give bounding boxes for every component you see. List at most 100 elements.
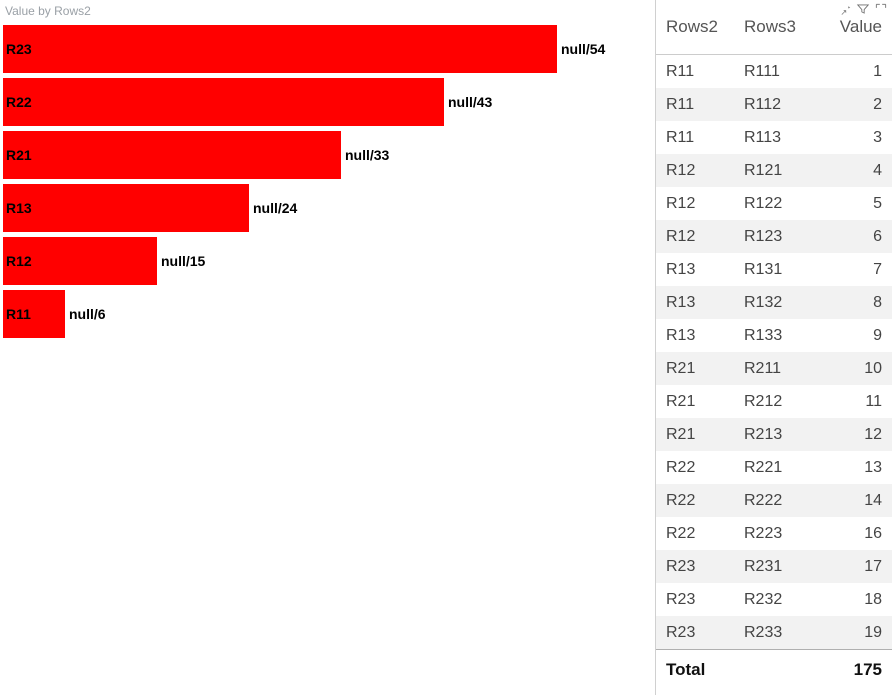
cell-rows2: R23	[656, 550, 734, 583]
bar-row[interactable]: R22 null/43	[3, 75, 655, 128]
cell-value: 1	[814, 55, 892, 89]
cell-value: 12	[814, 418, 892, 451]
cell-value: 3	[814, 121, 892, 154]
cell-rows2: R21	[656, 385, 734, 418]
cell-rows3: R213	[734, 418, 814, 451]
cell-rows2: R22	[656, 484, 734, 517]
cell-rows3: R211	[734, 352, 814, 385]
bar-category-label: R21	[6, 147, 32, 163]
bar-category-label: R12	[6, 253, 32, 269]
cell-rows3: R123	[734, 220, 814, 253]
cell-value: 19	[814, 616, 892, 650]
cell-rows3: R212	[734, 385, 814, 418]
cell-value: 13	[814, 451, 892, 484]
table-row[interactable]: R23R23319	[656, 616, 892, 650]
chart-title: Value by Rows2	[3, 2, 655, 22]
table-row[interactable]: R12R1236	[656, 220, 892, 253]
cell-rows2: R11	[656, 121, 734, 154]
cell-value: 7	[814, 253, 892, 286]
table-row[interactable]: R22R22113	[656, 451, 892, 484]
bar[interactable]	[3, 78, 444, 126]
cell-rows3: R223	[734, 517, 814, 550]
col-header-rows3[interactable]: Rows3	[734, 0, 814, 55]
cell-value: 6	[814, 220, 892, 253]
cell-value: 18	[814, 583, 892, 616]
table-row[interactable]: R23R23218	[656, 583, 892, 616]
cell-rows2: R12	[656, 187, 734, 220]
bar-category-label: R11	[6, 306, 31, 322]
bar-data-label: null/33	[345, 147, 389, 163]
table-row[interactable]: R22R22214	[656, 484, 892, 517]
cell-rows2: R13	[656, 286, 734, 319]
table-row[interactable]: R11R1122	[656, 88, 892, 121]
table-row[interactable]: R21R21211	[656, 385, 892, 418]
cell-rows2: R11	[656, 88, 734, 121]
cell-rows3: R111	[734, 55, 814, 89]
cell-rows2: R12	[656, 154, 734, 187]
cell-rows3: R112	[734, 88, 814, 121]
cell-rows3: R121	[734, 154, 814, 187]
bar[interactable]	[3, 25, 557, 73]
cell-rows2: R13	[656, 319, 734, 352]
cell-rows3: R113	[734, 121, 814, 154]
table-row[interactable]: R23R23117	[656, 550, 892, 583]
bar-row[interactable]: R12 null/15	[3, 234, 655, 287]
cell-value: 9	[814, 319, 892, 352]
cell-value: 4	[814, 154, 892, 187]
cell-value: 17	[814, 550, 892, 583]
bar-data-label: null/15	[161, 253, 205, 269]
focus-icon[interactable]	[874, 2, 888, 19]
cell-rows2: R22	[656, 517, 734, 550]
bar-category-label: R23	[6, 41, 32, 57]
table-row[interactable]: R12R1225	[656, 187, 892, 220]
bar-row[interactable]: R21 null/33	[3, 128, 655, 181]
cell-value: 2	[814, 88, 892, 121]
table-row[interactable]: R13R1339	[656, 319, 892, 352]
bar-data-label: null/24	[253, 200, 297, 216]
total-label: Total	[656, 650, 734, 690]
bar[interactable]	[3, 184, 249, 232]
bar-data-label: null/43	[448, 94, 492, 110]
cell-rows3: R231	[734, 550, 814, 583]
bar-row[interactable]: R23 null/54	[3, 22, 655, 75]
cell-value: 5	[814, 187, 892, 220]
table-row[interactable]: R21R21312	[656, 418, 892, 451]
bar[interactable]	[3, 131, 341, 179]
table-row[interactable]: R13R1317	[656, 253, 892, 286]
pin-icon[interactable]	[838, 2, 852, 19]
cell-rows3: R122	[734, 187, 814, 220]
cell-rows3: R233	[734, 616, 814, 650]
cell-value: 11	[814, 385, 892, 418]
cell-rows2: R13	[656, 253, 734, 286]
total-value: 175	[814, 650, 892, 690]
cell-rows2: R21	[656, 418, 734, 451]
table-row[interactable]: R13R1328	[656, 286, 892, 319]
bar-data-label: null/54	[561, 41, 605, 57]
cell-rows3: R133	[734, 319, 814, 352]
cell-rows2: R11	[656, 55, 734, 89]
cell-rows2: R12	[656, 220, 734, 253]
bar-data-label: null/6	[69, 306, 106, 322]
cell-rows3: R232	[734, 583, 814, 616]
data-table-visual[interactable]: Rows2 Rows3 Value R11R1111R11R1122R11R11…	[655, 0, 892, 695]
cell-value: 8	[814, 286, 892, 319]
table-row[interactable]: R12R1214	[656, 154, 892, 187]
cell-value: 14	[814, 484, 892, 517]
table-total-row: Total 175	[656, 650, 892, 690]
bar-row[interactable]: R13 null/24	[3, 181, 655, 234]
cell-rows2: R22	[656, 451, 734, 484]
bar-row[interactable]: R11 null/6	[3, 287, 655, 340]
bar-category-label: R22	[6, 94, 32, 110]
cell-rows3: R221	[734, 451, 814, 484]
bar-chart[interactable]: Value by Rows2 R23 null/54 R22 null/43 R21 nu…	[0, 0, 655, 695]
table-row[interactable]: R11R1111	[656, 55, 892, 89]
cell-rows3: R132	[734, 286, 814, 319]
cell-rows2: R21	[656, 352, 734, 385]
table-row[interactable]: R11R1133	[656, 121, 892, 154]
filter-icon[interactable]	[856, 2, 870, 19]
table-row[interactable]: R22R22316	[656, 517, 892, 550]
col-header-rows2[interactable]: Rows2	[656, 0, 734, 55]
cell-rows3: R131	[734, 253, 814, 286]
table-row[interactable]: R21R21110	[656, 352, 892, 385]
bar-category-label: R13	[6, 200, 32, 216]
